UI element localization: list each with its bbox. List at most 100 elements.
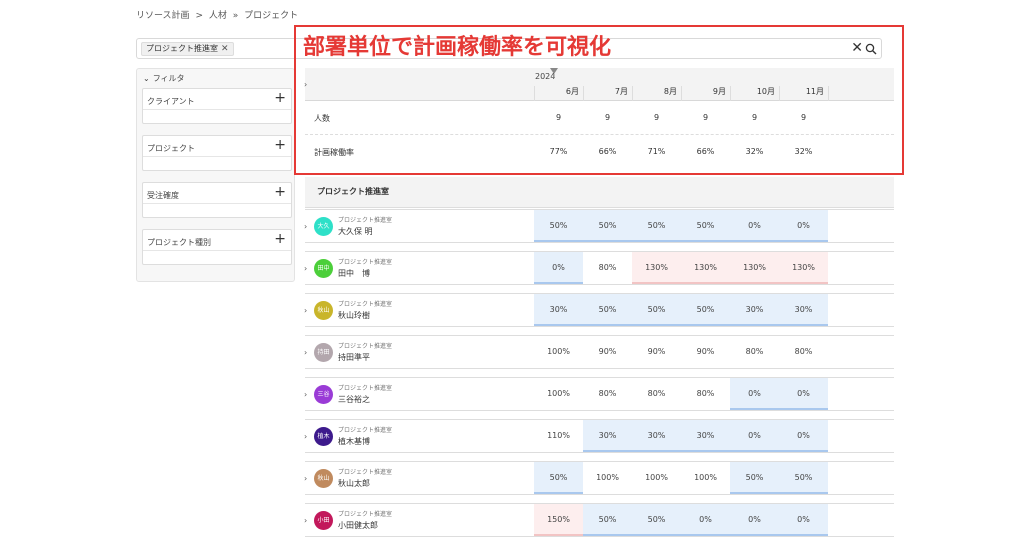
allocation-cell[interactable]: 80% <box>583 378 632 410</box>
allocation-cell[interactable]: 30% <box>583 420 632 452</box>
expand-icon[interactable]: › <box>304 516 307 525</box>
person-name[interactable]: 田中 博 <box>338 268 370 279</box>
expand-icon[interactable]: › <box>304 390 307 399</box>
expand-icon[interactable]: › <box>304 348 307 357</box>
allocation-cell[interactable]: 30% <box>681 420 730 452</box>
allocation-cell[interactable]: 80% <box>779 336 828 368</box>
utilization-value: 66% <box>598 147 617 156</box>
allocation-cell[interactable]: 80% <box>632 378 681 410</box>
person-name[interactable]: 小田健太郎 <box>338 520 378 531</box>
department-filter-chip[interactable]: プロジェクト推進室 ✕ <box>141 42 234 56</box>
allocation-cell[interactable]: 50% <box>779 462 828 494</box>
filter-toggle[interactable]: ⌄ フィルタ <box>143 73 185 84</box>
allocation-cell[interactable]: 100% <box>534 378 583 410</box>
person-row[interactable]: › 植木 プロジェクト推進室 植木基博 110% 30% 30% 30% 0% 0% <box>304 419 894 453</box>
expand-icon[interactable]: › <box>304 474 307 483</box>
person-row[interactable]: › 持田 プロジェクト推進室 持田準平 100% 90% 90% 90% 80% 80% <box>304 335 894 369</box>
allocation-cell[interactable]: 50% <box>632 294 681 326</box>
allocation-cell[interactable]: 90% <box>632 336 681 368</box>
filter-project-type[interactable]: プロジェクト種別 + <box>142 229 292 265</box>
timeline-header: › 2024 6月 7月 8月 9月 10月 11月 <box>304 68 894 101</box>
allocation-cell[interactable]: 150% <box>534 504 583 536</box>
breadcrumb-people[interactable]: 人材 <box>209 11 227 21</box>
person-name[interactable]: 三谷裕之 <box>338 394 370 405</box>
breadcrumb-project[interactable]: プロジェクト <box>244 11 298 21</box>
allocation-cell[interactable]: 30% <box>632 420 681 452</box>
allocation-cell[interactable]: 0% <box>779 420 828 452</box>
allocation-cell[interactable]: 0% <box>681 504 730 536</box>
add-icon[interactable]: + <box>274 90 286 106</box>
clear-icon[interactable]: ✕ <box>851 40 863 56</box>
allocation-cell[interactable]: 130% <box>632 252 681 284</box>
allocation-cell[interactable]: 50% <box>534 210 583 242</box>
person-name[interactable]: 大久保 明 <box>338 226 373 237</box>
person-name[interactable]: 秋山玲樹 <box>338 310 370 321</box>
allocation-cell[interactable]: 50% <box>583 294 632 326</box>
person-row[interactable]: › 三谷 プロジェクト推進室 三谷裕之 100% 80% 80% 80% 0% 0% <box>304 377 894 411</box>
allocation-cell[interactable]: 50% <box>632 210 681 242</box>
divider <box>143 109 291 110</box>
headcount-value: 9 <box>702 113 709 122</box>
allocation-cell[interactable]: 0% <box>534 252 583 284</box>
expand-icon[interactable]: › <box>304 80 307 89</box>
search-icon[interactable] <box>865 43 877 55</box>
expand-icon[interactable]: › <box>304 306 307 315</box>
filter-client[interactable]: クライアント + <box>142 88 292 124</box>
allocation-cell[interactable]: 130% <box>681 252 730 284</box>
allocation-cell[interactable]: 0% <box>730 504 779 536</box>
expand-icon[interactable]: › <box>304 264 307 273</box>
month-header: 6月 <box>534 86 583 101</box>
allocation-cell[interactable]: 0% <box>730 378 779 410</box>
add-icon[interactable]: + <box>274 231 286 247</box>
avatar: 小田 <box>314 511 333 530</box>
allocation-cell[interactable]: 50% <box>534 462 583 494</box>
breadcrumb-resource-plan[interactable]: リソース計画 <box>136 11 190 21</box>
allocation-cell[interactable]: 30% <box>779 294 828 326</box>
allocation-cell[interactable]: 0% <box>779 504 828 536</box>
department-group-header[interactable]: プロジェクト推進室 <box>305 177 894 208</box>
allocation-cell[interactable]: 90% <box>681 336 730 368</box>
allocation-cell[interactable]: 110% <box>534 420 583 452</box>
chip-remove-icon[interactable]: ✕ <box>221 43 229 55</box>
person-row[interactable]: › 大久 プロジェクト推進室 大久保 明 50% 50% 50% 50% 0% 0% <box>304 209 894 243</box>
allocation-cell[interactable]: 90% <box>583 336 632 368</box>
allocation-cell[interactable]: 80% <box>730 336 779 368</box>
person-row[interactable]: › 小田 プロジェクト推進室 小田健太郎 150% 50% 50% 0% 0% 0% <box>304 503 894 537</box>
allocation-cell[interactable]: 0% <box>730 420 779 452</box>
person-row[interactable]: › 田中 プロジェクト推進室 田中 博 0% 80% 130% 130% 130% 130% <box>304 251 894 285</box>
allocation-cell[interactable]: 50% <box>730 462 779 494</box>
allocation-cell[interactable]: 130% <box>779 252 828 284</box>
add-icon[interactable]: + <box>274 184 286 200</box>
allocation-cell[interactable]: 100% <box>583 462 632 494</box>
allocation-cell[interactable]: 0% <box>730 210 779 242</box>
allocation-cell[interactable]: 50% <box>583 210 632 242</box>
person-name[interactable]: 秋山太郎 <box>338 478 370 489</box>
allocation-cell[interactable]: 30% <box>730 294 779 326</box>
person-row[interactable]: › 秋山 プロジェクト推進室 秋山太郎 50% 100% 100% 100% 50% 50% <box>304 461 894 495</box>
allocation-cell[interactable]: 50% <box>632 504 681 536</box>
expand-icon[interactable]: › <box>304 222 307 231</box>
filter-project[interactable]: プロジェクト + <box>142 135 292 171</box>
allocation-cell[interactable]: 100% <box>681 462 730 494</box>
allocation-cell[interactable]: 100% <box>632 462 681 494</box>
person-row[interactable]: › 秋山 プロジェクト推進室 秋山玲樹 30% 50% 50% 50% 30% 30% <box>304 293 894 327</box>
filter-order-probability[interactable]: 受注確度 + <box>142 182 292 218</box>
allocation-cell[interactable]: 100% <box>534 336 583 368</box>
expand-icon[interactable]: › <box>304 432 307 441</box>
allocation-cell[interactable]: 30% <box>534 294 583 326</box>
allocation-cell[interactable]: 50% <box>681 210 730 242</box>
person-name[interactable]: 植木基博 <box>338 436 370 447</box>
person-name[interactable]: 持田準平 <box>338 352 370 363</box>
add-icon[interactable]: + <box>274 137 286 153</box>
allocation-cell[interactable]: 80% <box>583 252 632 284</box>
person-department: プロジェクト推進室 <box>338 469 393 476</box>
allocation-cell[interactable]: 0% <box>779 378 828 410</box>
allocation-cell[interactable]: 50% <box>583 504 632 536</box>
headcount-value: 9 <box>555 113 562 122</box>
allocation-cell[interactable]: 50% <box>681 294 730 326</box>
allocation-cell[interactable]: 80% <box>681 378 730 410</box>
filter-title: フィルタ <box>152 74 185 83</box>
allocation-cell[interactable]: 0% <box>779 210 828 242</box>
allocation-cell[interactable]: 130% <box>730 252 779 284</box>
month-header: 11月 <box>779 86 828 101</box>
